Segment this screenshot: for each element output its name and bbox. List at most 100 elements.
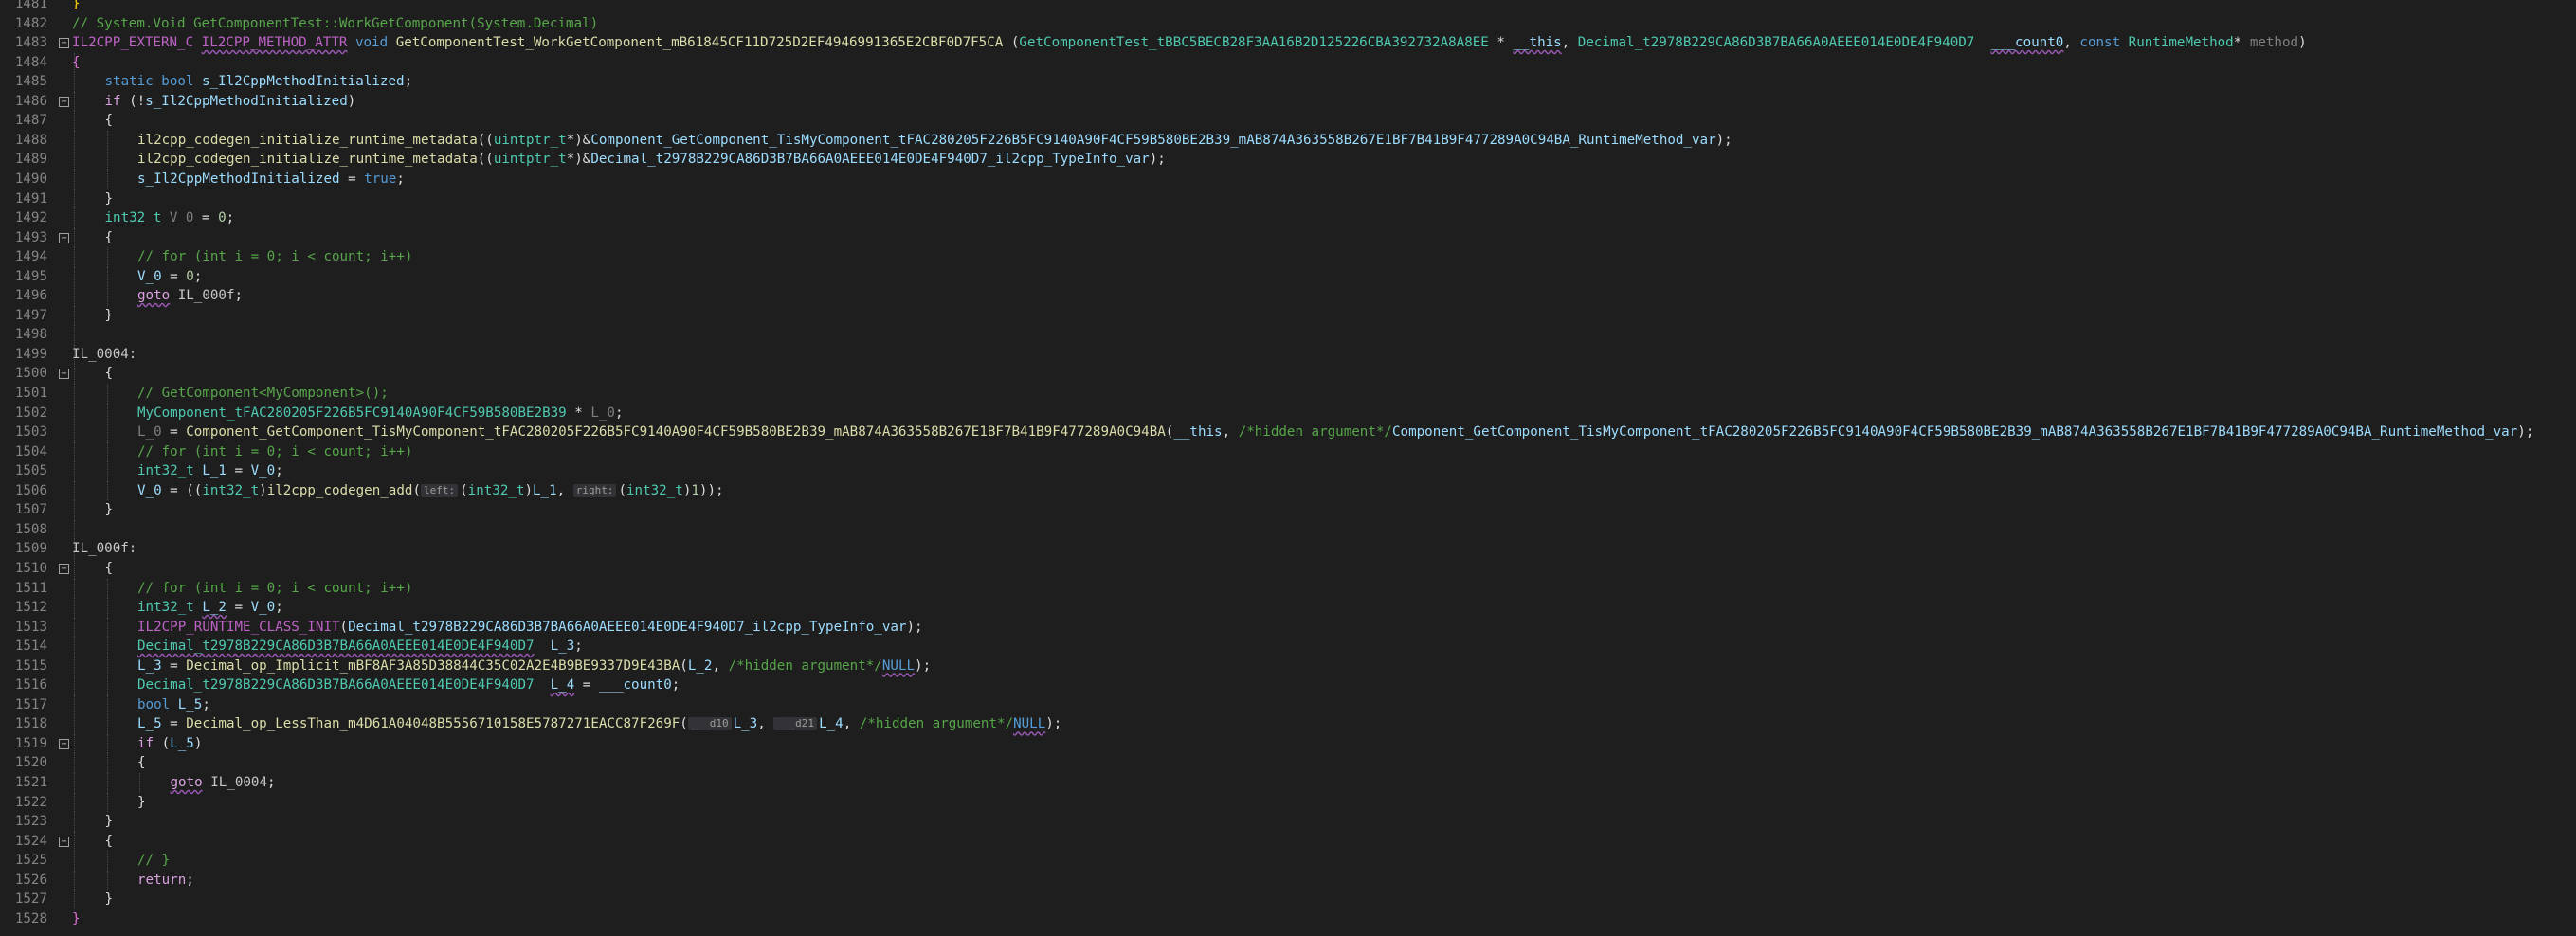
indent-guide bbox=[106, 714, 108, 734]
code-line[interactable]: 1518 L_5 = Decimal_op_LessThan_m4D61A0404… bbox=[0, 714, 2576, 734]
code-line[interactable]: 1514 Decimal_t2978B229CA86D3B7BA66A0AEEE0… bbox=[0, 637, 2576, 657]
code-line[interactable]: 1526 return; bbox=[0, 870, 2576, 891]
code-line[interactable]: 1495 V_0 = 0; bbox=[0, 266, 2576, 287]
code-text: return; bbox=[137, 872, 194, 888]
fold-toggle-icon[interactable]: − bbox=[59, 563, 69, 574]
code-line[interactable]: 1520 { bbox=[0, 753, 2576, 774]
code-line[interactable]: 1528} bbox=[0, 909, 2576, 929]
code-line[interactable]: 1508 bbox=[0, 519, 2576, 540]
code-line[interactable]: 1496 goto IL_000f; bbox=[0, 286, 2576, 306]
code-line[interactable]: 1486 − if (!s_Il2CppMethodInitialized) bbox=[0, 91, 2576, 112]
indent-guide bbox=[106, 694, 108, 715]
code-line[interactable]: 1493 − { bbox=[0, 227, 2576, 248]
code-line[interactable]: 1521 goto IL_0004; bbox=[0, 773, 2576, 793]
code-line[interactable]: 1490 s_Il2CppMethodInitialized = true; bbox=[0, 169, 2576, 189]
fold-toggle-icon[interactable]: − bbox=[59, 738, 69, 749]
code-line[interactable]: 1499 IL_0004: bbox=[0, 344, 2576, 365]
code-line[interactable]: 1509 IL_000f: bbox=[0, 539, 2576, 559]
code-text: s_Il2CppMethodInitialized = true; bbox=[137, 171, 405, 187]
indent-guide bbox=[74, 733, 75, 754]
code-line[interactable]: 1515 L_3 = Decimal_op_Implicit_mBF8AF3A85… bbox=[0, 656, 2576, 676]
code-line[interactable]: 1501 // GetComponent<MyComponent>(); bbox=[0, 384, 2576, 404]
code-text: L_0 = Component_GetComponent_TisMyCompon… bbox=[137, 424, 2534, 441]
fold-toggle-icon[interactable]: − bbox=[59, 232, 69, 243]
code-line[interactable]: 1485 static bool s_Il2CppMethodInitialize… bbox=[0, 72, 2576, 92]
indent-guide bbox=[74, 558, 75, 579]
code-line[interactable]: 1481} bbox=[0, 0, 2576, 14]
code-text: IL_000f: bbox=[72, 541, 137, 557]
line-number: 1509 bbox=[14, 541, 47, 557]
code-line[interactable]: 1500 − { bbox=[0, 364, 2576, 385]
indent-guide bbox=[74, 150, 75, 170]
code-text: il2cpp_codegen_initialize_runtime_metada… bbox=[137, 152, 1166, 168]
code-text: // System.Void GetComponentTest::WorkGet… bbox=[72, 15, 599, 31]
code-text: { bbox=[104, 560, 114, 576]
line-number: 1523 bbox=[14, 814, 47, 830]
line-number: 1484 bbox=[14, 54, 47, 70]
code-line[interactable]: 1522} bbox=[0, 792, 2576, 813]
code-line[interactable]: 1506 V_0 = ((int32_t)il2cpp_codegen_add(l… bbox=[0, 480, 2576, 501]
code-line[interactable]: 1519 − if (L_5) bbox=[0, 733, 2576, 754]
code-text: } bbox=[104, 307, 114, 323]
code-line[interactable]: 1487 { bbox=[0, 111, 2576, 131]
code-text: } bbox=[137, 794, 146, 810]
code-text: int32_t V_0 = 0; bbox=[104, 210, 235, 226]
indent-guide bbox=[74, 714, 75, 734]
code-line[interactable]: 1494 // for (int i = 0; i < count; i++) bbox=[0, 247, 2576, 267]
line-number: 1524 bbox=[14, 833, 47, 849]
code-line[interactable]: 1507} bbox=[0, 500, 2576, 520]
line-number: 1489 bbox=[14, 152, 47, 168]
code-line[interactable]: 1527} bbox=[0, 890, 2576, 909]
code-line[interactable]: 1491} bbox=[0, 189, 2576, 209]
code-line[interactable]: 1492 int32_t V_0 = 0; bbox=[0, 208, 2576, 228]
indent-guide bbox=[74, 870, 75, 891]
line-number: 1491 bbox=[14, 190, 47, 207]
code-line[interactable]: 1511 // for (int i = 0; i < count; i++) bbox=[0, 578, 2576, 599]
line-number: 1528 bbox=[14, 910, 47, 927]
code-line[interactable]: 1488 il2cpp_codegen_initialize_runtime_me… bbox=[0, 130, 2576, 151]
code-text: static bool s_Il2CppMethodInitialized; bbox=[104, 74, 413, 90]
indent-guide bbox=[74, 812, 75, 832]
code-line[interactable]: 1512 int32_t L_2 = V_0; bbox=[0, 598, 2576, 618]
line-number: 1497 bbox=[14, 307, 47, 323]
code-line[interactable]: 1502 MyComponent_tFAC280205F226B5FC9140A9… bbox=[0, 403, 2576, 423]
indent-guide bbox=[106, 733, 108, 754]
indent-guide bbox=[74, 423, 75, 442]
code-line[interactable]: 1517 bool L_5; bbox=[0, 694, 2576, 715]
code-line[interactable]: 1504 // for (int i = 0; i < count; i++) bbox=[0, 441, 2576, 462]
code-line[interactable]: 1489 il2cpp_codegen_initialize_runtime_me… bbox=[0, 150, 2576, 170]
code-line[interactable]: 1498 bbox=[0, 325, 2576, 345]
fold-toggle-icon[interactable]: − bbox=[59, 369, 69, 380]
code-text: if (!s_Il2CppMethodInitialized) bbox=[104, 93, 356, 109]
indent-guide bbox=[74, 519, 75, 540]
code-line[interactable]: 1513 IL2CPP_RUNTIME_CLASS_INIT(Decimal_t2… bbox=[0, 617, 2576, 638]
code-text: IL2CPP_EXTERN_C IL2CPP_METHOD_ATTR void … bbox=[72, 35, 2307, 51]
indent-guide bbox=[74, 851, 75, 871]
fold-toggle-icon[interactable]: − bbox=[59, 38, 69, 49]
code-line[interactable]: 1483 − IL2CPP_EXTERN_C IL2CPP_METHOD_ATTR … bbox=[0, 33, 2576, 53]
code-line[interactable]: 1525 // } bbox=[0, 851, 2576, 871]
indent-guide bbox=[139, 773, 140, 793]
line-number: 1506 bbox=[14, 482, 47, 498]
line-number: 1482 bbox=[14, 15, 47, 31]
line-number: 1507 bbox=[14, 502, 47, 518]
code-text: if (L_5) bbox=[137, 735, 203, 751]
fold-toggle-icon[interactable]: − bbox=[59, 836, 69, 847]
code-line[interactable]: 1510 − { bbox=[0, 558, 2576, 579]
code-line[interactable]: 1503 L_0 = Component_GetComponent_TisMyCo… bbox=[0, 423, 2576, 442]
code-line[interactable]: 1523} bbox=[0, 812, 2576, 832]
indent-guide bbox=[74, 91, 75, 112]
indent-guide bbox=[106, 461, 108, 481]
code-text: { bbox=[104, 113, 114, 129]
code-line[interactable]: 1484 { bbox=[0, 52, 2576, 73]
code-text: Decimal_t2978B229CA86D3B7BA66A0AEEE014E0… bbox=[137, 677, 680, 693]
indent-guide bbox=[106, 637, 108, 657]
code-line[interactable]: 1524 − { bbox=[0, 831, 2576, 852]
code-line[interactable]: 1516 Decimal_t2978B229CA86D3B7BA66A0AEEE0… bbox=[0, 675, 2576, 695]
code-line[interactable]: 1505 int32_t L_1 = V_0; bbox=[0, 461, 2576, 481]
indent-guide bbox=[106, 792, 108, 813]
code-line[interactable]: 1497} bbox=[0, 305, 2576, 326]
code-line[interactable]: 1482 // System.Void GetComponentTest::Wor… bbox=[0, 14, 2576, 34]
code-editor[interactable]: 1481} 1482 // System.Void GetComponentTest… bbox=[0, 0, 2576, 936]
fold-toggle-icon[interactable]: − bbox=[59, 96, 69, 107]
